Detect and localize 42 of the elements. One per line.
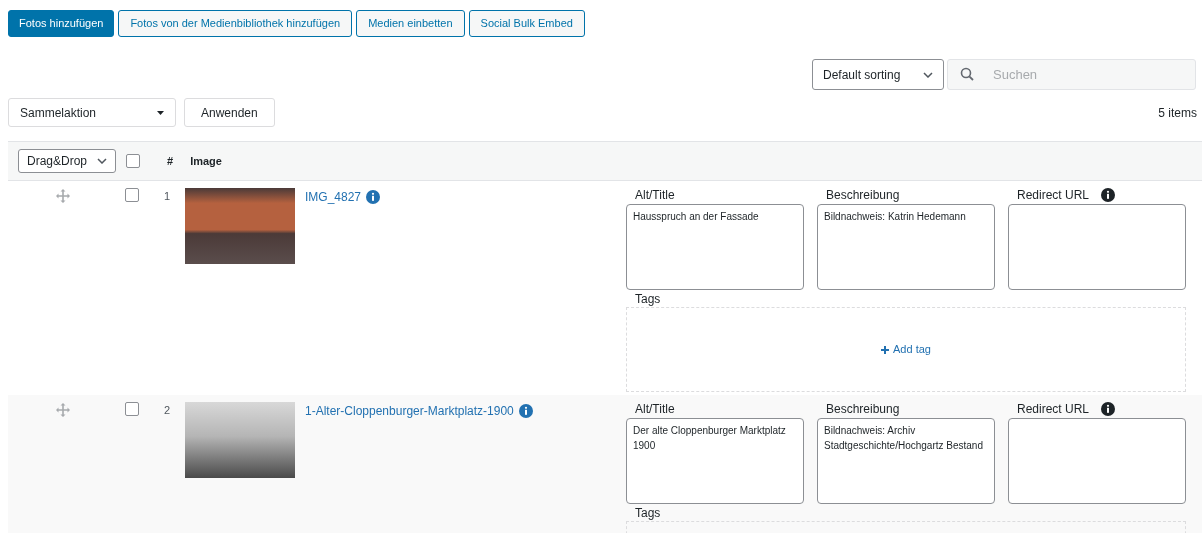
plus-icon <box>881 345 890 354</box>
order-select[interactable]: Drag&Drop <box>18 149 116 173</box>
search-field[interactable]: Suchen <box>947 59 1196 90</box>
checkbox[interactable] <box>126 154 140 168</box>
description-field[interactable]: Bildnachweis: Katrin Hedemann <box>817 204 995 290</box>
chevron-down-icon <box>923 71 933 78</box>
column-header: # <box>167 153 174 169</box>
field-label: Beschreibung <box>826 187 900 204</box>
caret-icon <box>157 110 164 115</box>
apply-button[interactable]: Anwenden <box>184 98 275 127</box>
info-icon[interactable] <box>1101 188 1116 202</box>
toolbar-button[interactable]: Social Bulk Embed <box>468 10 585 37</box>
row-number: 1 <box>164 189 172 204</box>
alt-title-field[interactable]: Hausspruch an der Fassade <box>626 204 804 290</box>
add-tag-link[interactable]: Add tag <box>881 341 931 358</box>
field-label: Redirect URL <box>1017 401 1090 418</box>
field-label: Redirect URL <box>1017 187 1090 204</box>
alt-title-field[interactable]: Der alte Cloppenburger Marktplatz 1900 <box>626 418 804 504</box>
field-label: Tags <box>635 506 661 520</box>
field-label: Tags <box>635 292 661 306</box>
add-photos-button[interactable]: Fotos hinzufügen <box>8 10 115 37</box>
chevron-down-icon <box>97 158 107 164</box>
redirect-url-field[interactable] <box>1008 204 1186 290</box>
move-icon[interactable] <box>56 403 70 417</box>
field-label: Alt/Title <box>635 401 675 418</box>
checkbox[interactable] <box>125 402 139 416</box>
field-label: Beschreibung <box>826 401 900 418</box>
info-icon[interactable] <box>1101 402 1116 416</box>
move-icon[interactable] <box>56 189 70 203</box>
field-label: Alt/Title <box>635 187 675 204</box>
image-title-link[interactable]: 1-Alter-Cloppenburger-Marktplatz-1900 <box>305 402 514 420</box>
description-field[interactable]: Bildnachweis: Archiv Stadtgeschichte/Hochgartz Bestand <box>817 418 995 504</box>
bulk-action-select[interactable]: Sammelaktion <box>8 98 176 127</box>
row-number: 2 <box>164 403 172 418</box>
sorting-select[interactable]: Default sorting <box>812 59 944 90</box>
toolbar-button[interactable]: Fotos von der Medienbibliothek hinzufügen <box>118 10 353 37</box>
redirect-url-field[interactable] <box>1008 418 1186 504</box>
item-count: 5 items <box>1158 104 1197 122</box>
toolbar-button[interactable]: Medien einbetten <box>356 10 465 37</box>
image-title-link[interactable]: IMG_4827 <box>305 188 362 206</box>
checkbox[interactable] <box>125 188 139 202</box>
column-header: Image <box>190 153 222 169</box>
